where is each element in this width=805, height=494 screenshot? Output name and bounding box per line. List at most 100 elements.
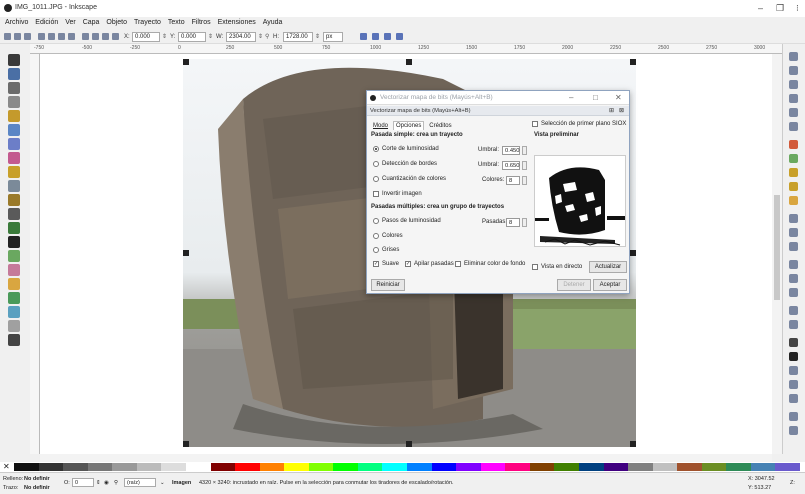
radio-button[interactable] <box>373 247 379 253</box>
paint-bucket-tool-icon[interactable] <box>8 278 20 290</box>
color-swatch[interactable] <box>333 463 359 471</box>
color-swatch[interactable] <box>603 463 629 471</box>
opacity-spinner-icon[interactable]: ⇕ <box>96 480 101 486</box>
scale-handle[interactable] <box>183 59 189 65</box>
rotate-cw-icon[interactable] <box>48 33 55 40</box>
reset-button[interactable]: Reiniciar <box>371 279 405 291</box>
dropper-tool-icon[interactable] <box>8 320 20 332</box>
horizontal-scrollbar[interactable] <box>40 454 772 462</box>
menu-filtros[interactable]: Filtros <box>192 17 211 29</box>
lock-ratio-icon[interactable]: ⚲ <box>265 33 269 40</box>
radio-button[interactable] <box>373 218 379 224</box>
brightness-cutoff-option[interactable]: Corte de luminosidad <box>373 146 439 152</box>
opacity-input[interactable]: 0 <box>72 478 94 487</box>
group-icon[interactable] <box>789 306 798 315</box>
color-swatch[interactable] <box>284 463 310 471</box>
node-tool-icon[interactable] <box>8 68 20 80</box>
save-icon[interactable] <box>789 80 798 89</box>
radio-button[interactable] <box>373 176 379 182</box>
layer-dropdown-icon[interactable]: ⌄ <box>160 480 165 486</box>
y-spinner-icon[interactable]: ⇕ <box>208 33 213 40</box>
scans-spinner[interactable] <box>522 218 527 227</box>
update-button[interactable]: Actualizar <box>589 261 627 273</box>
no-paint-icon[interactable]: ✕ <box>3 462 10 471</box>
vertical-scroll-thumb[interactable] <box>774 195 780 300</box>
color-swatch[interactable] <box>161 463 187 471</box>
minimize-button[interactable]: – <box>758 3 763 13</box>
grays-option[interactable]: Grises <box>373 247 399 253</box>
align-icon[interactable] <box>789 394 798 403</box>
flip-vertical-icon[interactable] <box>68 33 75 40</box>
menu-ver[interactable]: Ver <box>65 17 76 29</box>
open-icon[interactable] <box>789 66 798 75</box>
radio-button[interactable] <box>373 146 379 152</box>
current-layer-select[interactable]: (raíz) <box>124 478 156 487</box>
lower-to-bottom-icon[interactable] <box>112 33 119 40</box>
tab-opciones[interactable]: Opciones <box>392 121 425 130</box>
remove-background-option[interactable]: Eliminar color de fondo <box>455 261 525 267</box>
select-all-layers-icon[interactable] <box>14 33 21 40</box>
color-swatch[interactable] <box>259 463 285 471</box>
color-swatch[interactable] <box>14 463 39 471</box>
scale-handle[interactable] <box>406 441 412 447</box>
preferences-icon[interactable] <box>789 412 798 421</box>
horizontal-ruler[interactable]: -750 -500 -250 0 250 500 750 1000 1250 1… <box>30 44 790 54</box>
flip-horizontal-icon[interactable] <box>58 33 65 40</box>
color-swatch[interactable] <box>38 463 64 471</box>
y-input[interactable]: 0.000 <box>178 32 206 42</box>
3d-box-tool-icon[interactable] <box>8 138 20 150</box>
stack-scans-option[interactable]: ✓ Apilar pasadas <box>405 261 454 267</box>
color-swatch[interactable] <box>775 463 801 471</box>
scale-corners-icon[interactable] <box>372 33 379 40</box>
transform-gradients-icon[interactable] <box>384 33 391 40</box>
import-icon[interactable] <box>789 108 798 117</box>
text-tool-icon[interactable] <box>8 236 20 248</box>
color-swatch[interactable] <box>529 463 555 471</box>
xml-editor-icon[interactable] <box>789 380 798 389</box>
w-spinner-icon[interactable]: ⇕ <box>258 33 263 40</box>
color-swatch[interactable] <box>628 463 654 471</box>
scale-handle[interactable] <box>630 59 636 65</box>
x-spinner-icon[interactable]: ⇕ <box>162 33 167 40</box>
color-swatch[interactable] <box>480 463 506 471</box>
scale-handle[interactable] <box>630 250 636 256</box>
lower-icon[interactable] <box>102 33 109 40</box>
selector-tool-icon[interactable] <box>8 54 20 66</box>
fill-value[interactable]: No definir <box>24 476 50 482</box>
checkbox[interactable]: ✓ <box>405 261 411 267</box>
menu-ayuda[interactable]: Ayuda <box>263 17 283 29</box>
brightness-threshold-input[interactable]: 0.450 <box>502 146 520 155</box>
menu-trayecto[interactable]: Trayecto <box>134 17 161 29</box>
paste-icon[interactable] <box>789 196 798 205</box>
dialog-maximize-button[interactable]: □ <box>593 93 598 102</box>
threshold-spinner[interactable] <box>522 146 527 155</box>
checkbox[interactable] <box>532 121 538 127</box>
dialog-minimize-button[interactable]: – <box>569 93 573 102</box>
calligraphy-tool-icon[interactable] <box>8 222 20 234</box>
color-swatch[interactable] <box>407 463 432 471</box>
ok-button[interactable]: Aceptar <box>593 279 627 291</box>
new-document-icon[interactable] <box>789 52 798 61</box>
menu-archivo[interactable]: Archivo <box>5 17 28 29</box>
siox-option[interactable]: Selección de primer plano SIOX <box>532 121 626 127</box>
tab-creditos[interactable]: Créditos <box>427 122 453 130</box>
color-quantization-option[interactable]: Cuantización de colores <box>373 176 446 182</box>
edge-detection-option[interactable]: Detección de bordes <box>373 161 437 167</box>
pencil-tool-icon[interactable] <box>8 194 20 206</box>
color-swatch[interactable] <box>701 463 727 471</box>
color-swatch[interactable] <box>554 463 580 471</box>
text-font-icon[interactable] <box>789 352 798 361</box>
radio-button[interactable] <box>373 233 379 239</box>
maximize-button[interactable]: ❐ <box>776 3 784 14</box>
quantization-colors-input[interactable]: 8 <box>506 176 520 185</box>
h-spinner-icon[interactable]: ⇕ <box>315 33 320 40</box>
zoom-tool-icon[interactable] <box>8 96 20 108</box>
raise-icon[interactable] <box>92 33 99 40</box>
eraser-tool-icon[interactable] <box>8 264 20 276</box>
w-input[interactable]: 2304.00 <box>226 32 256 42</box>
unit-select[interactable]: px <box>323 32 343 42</box>
menu-objeto[interactable]: Objeto <box>106 17 127 29</box>
x-input[interactable]: 0.000 <box>132 32 160 42</box>
edge-threshold-input[interactable]: 0.650 <box>502 161 520 170</box>
color-swatch[interactable] <box>456 463 482 471</box>
